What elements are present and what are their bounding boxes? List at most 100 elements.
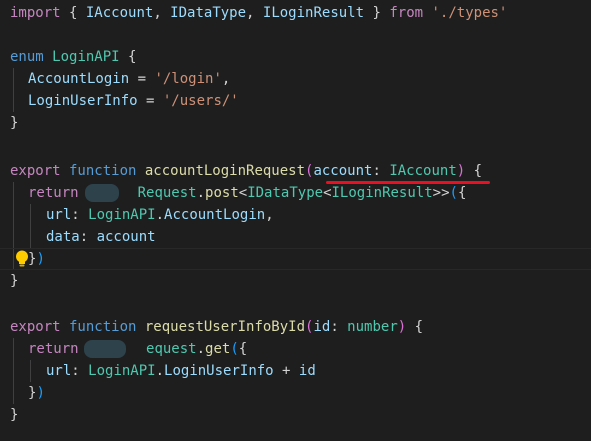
property-key: url <box>46 207 72 223</box>
enum-reference: LoginAPI <box>88 363 156 379</box>
enum-member: AccountLogin <box>164 207 266 223</box>
indent-guide <box>13 338 14 404</box>
code-line-10[interactable]: url: LoginAPI.AccountLogin, <box>46 204 274 226</box>
param-type: IAccount <box>389 163 457 179</box>
code-line-13[interactable]: } <box>10 270 18 292</box>
punctuation: , <box>153 5 171 21</box>
code-line-8[interactable]: export function accountLoginRequest(acco… <box>10 160 482 182</box>
paren: ( <box>230 341 239 357</box>
brace: } <box>10 273 19 289</box>
method-get: get <box>205 341 231 357</box>
import-iaccount: IAccount <box>85 5 154 21</box>
punctuation: , <box>265 207 274 223</box>
punctuation: . <box>196 341 206 357</box>
param-name: account <box>313 163 373 179</box>
string-literal: '/users/' <box>162 93 239 109</box>
code-line-16[interactable]: return equest.get({ <box>28 338 247 360</box>
lightbulb-icon-svg <box>16 250 28 267</box>
paren: ) <box>456 163 466 179</box>
code-line-5[interactable]: LoginUserInfo = '/users/' <box>28 90 239 112</box>
punctuation: } <box>364 5 390 21</box>
keyword-function: function <box>60 163 137 179</box>
enum-reference: LoginAPI <box>88 207 156 223</box>
current-line-highlight <box>0 248 591 270</box>
operator: = <box>129 71 155 87</box>
property-key: data <box>46 229 80 245</box>
request-object: Request <box>137 185 197 201</box>
brace: } <box>10 115 19 131</box>
import-idatatype: IDataType <box>170 5 247 21</box>
redaction-blur <box>85 184 119 202</box>
param-name: id <box>313 319 331 335</box>
keyword-export: export <box>10 163 61 179</box>
punctuation: >> <box>432 185 450 201</box>
code-line-18[interactable]: }) <box>28 382 45 404</box>
indent-guide <box>30 204 31 248</box>
string-literal: '/login' <box>154 71 222 87</box>
punctuation: . <box>155 363 165 379</box>
function-name: accountLoginRequest <box>136 163 306 179</box>
code-line-12[interactable]: }) <box>28 248 45 270</box>
generic-type: IDataType <box>247 185 324 201</box>
code-line-15[interactable]: export function requestUserInfoById(id: … <box>10 316 423 338</box>
keyword-from: from <box>389 5 424 21</box>
brace: { <box>238 341 248 357</box>
brace: { <box>465 163 483 179</box>
code-line-17[interactable]: url: LoginAPI.LoginUserInfo + id <box>46 360 316 382</box>
indent-guide <box>13 68 14 112</box>
keyword-function: function <box>60 319 137 335</box>
punctuation: : <box>372 163 390 179</box>
brace: { <box>457 185 467 201</box>
param-type: number <box>347 319 398 335</box>
punctuation: { <box>60 5 86 21</box>
generic-type: ILoginResult <box>331 185 433 201</box>
import-path-string: './types' <box>423 5 508 21</box>
enum-member: LoginUserInfo <box>28 93 138 109</box>
lightbulb-icon[interactable] <box>15 250 29 268</box>
request-object: equest <box>146 341 197 357</box>
method-post: post <box>205 185 239 201</box>
code-line-11[interactable]: data: account <box>46 226 156 248</box>
brace: { <box>119 49 137 65</box>
property-key: url <box>46 363 72 379</box>
brace: } <box>10 407 19 423</box>
paren: ) <box>397 319 407 335</box>
punctuation: < <box>238 185 248 201</box>
variable: account <box>96 229 156 245</box>
enum-name: LoginAPI <box>52 49 120 65</box>
function-name: requestUserInfoById <box>136 319 306 335</box>
punctuation: < <box>323 185 332 201</box>
enum-member: LoginUserInfo <box>164 363 274 379</box>
keyword-return: return <box>28 341 79 357</box>
brace: { <box>406 319 424 335</box>
variable: id <box>298 363 316 379</box>
code-line-1[interactable]: import { IAccount, IDataType, ILoginResu… <box>10 2 507 24</box>
code-editor[interactable]: import { IAccount, IDataType, ILoginResu… <box>0 0 591 441</box>
code-line-19[interactable]: } <box>10 404 18 426</box>
punctuation: : <box>79 229 97 245</box>
punctuation: : <box>71 207 89 223</box>
code-line-4[interactable]: AccountLogin = '/login', <box>28 68 230 90</box>
operator: + <box>273 363 299 379</box>
keyword-enum: enum <box>10 49 44 65</box>
code-line-3[interactable]: enum LoginAPI { <box>10 46 136 68</box>
punctuation: , <box>221 71 231 87</box>
keyword-import: import <box>10 5 61 21</box>
paren: ( <box>449 185 458 201</box>
redaction-blur <box>84 340 126 358</box>
punctuation: : <box>71 363 89 379</box>
enum-member: AccountLogin <box>28 71 130 87</box>
punctuation: : <box>330 319 348 335</box>
code-line-6[interactable]: } <box>10 112 18 134</box>
punctuation: . <box>196 185 206 201</box>
paren: ) <box>36 385 45 401</box>
punctuation: , <box>246 5 263 21</box>
indent-guide <box>30 360 31 382</box>
keyword-return: return <box>28 185 79 201</box>
keyword-export: export <box>10 319 61 335</box>
punctuation: . <box>155 207 165 223</box>
operator: = <box>137 93 163 109</box>
paren: ) <box>36 251 45 267</box>
import-iloginresult: ILoginResult <box>262 5 365 21</box>
